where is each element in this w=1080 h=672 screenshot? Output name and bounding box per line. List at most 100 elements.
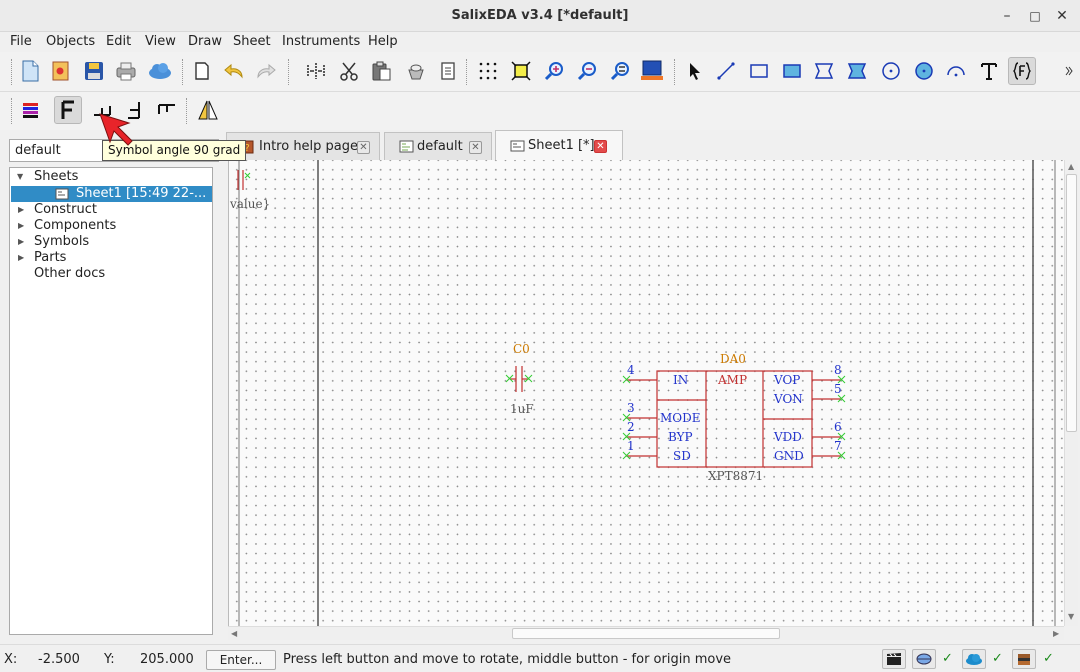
redo-icon[interactable] [252, 57, 280, 85]
enter-coords-button[interactable]: Enter... [206, 650, 276, 670]
layers-icon[interactable] [16, 96, 44, 124]
tree-item-parts[interactable]: ▶ Parts [11, 250, 212, 266]
save-icon[interactable] [80, 57, 108, 85]
symbol-angle-0-icon[interactable] [54, 96, 82, 124]
draw-rect-icon[interactable] [745, 57, 773, 85]
partial-component[interactable]: value} [229, 170, 270, 211]
horizontal-scrollbar[interactable]: ◀ ▶ [228, 626, 1064, 640]
scroll-right-icon[interactable]: ▶ [1053, 629, 1059, 638]
draw-filled-rect-icon[interactable] [778, 57, 806, 85]
menu-draw[interactable]: Draw [188, 34, 222, 49]
pin-left-in[interactable]: 4 IN [622, 363, 688, 387]
cloud-sync-icon[interactable] [962, 649, 986, 669]
draw-arc-icon[interactable] [942, 57, 970, 85]
expand-right-icon[interactable]: ▶ [18, 250, 24, 266]
menu-objects[interactable]: Objects [46, 34, 95, 49]
amplifier-da0[interactable]: DA0 AMP 4 IN 3 MODE 2 BYP 1 SD 8 VOP 5 V… [622, 352, 846, 483]
pin-number: 7 [834, 439, 842, 453]
maximize-icon[interactable]: □ [1025, 6, 1045, 26]
toolbar-separator [288, 59, 290, 85]
network-icon[interactable] [912, 649, 936, 669]
zoom-out-icon[interactable] [573, 57, 601, 85]
draw-filled-circle-icon[interactable] [910, 57, 938, 85]
tab-default[interactable]: default ✕ [384, 132, 492, 160]
tab-close-icon[interactable]: ✕ [594, 140, 607, 153]
paste-icon[interactable] [367, 57, 395, 85]
vertical-scrollbar[interactable]: ▲ ▼ [1064, 160, 1078, 626]
select-pointer-icon[interactable] [680, 57, 708, 85]
scroll-up-icon[interactable]: ▲ [1068, 162, 1074, 171]
status-message: Press left button and move to rotate, mi… [283, 652, 732, 667]
tree-item-construct[interactable]: ▶ Construct [11, 202, 212, 218]
mirror-symbol-icon[interactable] [194, 96, 222, 124]
tab-close-icon[interactable]: ✕ [469, 141, 482, 154]
new-file-icon[interactable] [16, 57, 44, 85]
menu-sheet[interactable]: Sheet [233, 34, 271, 49]
zoom-window-icon[interactable] [606, 57, 634, 85]
draw-line-icon[interactable] [712, 57, 740, 85]
new-sheet-icon[interactable] [188, 57, 216, 85]
tree-item-other-docs[interactable]: Other docs [11, 266, 212, 282]
symbol-angle-270-icon[interactable] [153, 96, 181, 124]
draw-filled-polygon-icon[interactable] [843, 57, 871, 85]
grinder-icon[interactable] [402, 57, 430, 85]
expand-right-icon[interactable]: ▶ [18, 218, 24, 234]
horizontal-scroll-thumb[interactable] [512, 628, 780, 639]
tree-item-sheets[interactable]: ▼ Sheets [11, 169, 212, 185]
tab-sheet1[interactable]: Sheet1 [*] ✕ [495, 130, 623, 160]
mirror-icon[interactable] [302, 57, 330, 85]
menu-file[interactable]: File [10, 34, 32, 49]
schematic-canvas[interactable]: value} C0 1uF DA0 AMP 4 IN 3 MODE 2 BYP … [228, 160, 1066, 626]
field-text-icon[interactable] [1008, 57, 1036, 85]
zoom-fit-icon[interactable] [507, 57, 535, 85]
toolbar-separator [186, 98, 188, 124]
pin-label: VON [773, 392, 803, 406]
tree-item-components[interactable]: ▶ Components [11, 218, 212, 234]
menu-edit[interactable]: Edit [106, 34, 131, 49]
draw-text-icon[interactable] [975, 57, 1003, 85]
document-icon[interactable] [434, 57, 462, 85]
scroll-left-icon[interactable]: ◀ [231, 629, 237, 638]
expand-down-icon[interactable]: ▼ [17, 169, 23, 185]
tree-item-label: Sheet1 [15:49 22-... [76, 186, 207, 201]
tab-label: Intro help page [259, 139, 359, 154]
clapper-icon[interactable] [882, 649, 906, 669]
pin-label: VDD [773, 430, 802, 444]
tab-close-icon[interactable]: ✕ [357, 141, 370, 154]
capacitor-c0[interactable]: C0 1uF [505, 342, 534, 416]
expand-right-icon[interactable]: ▶ [18, 202, 24, 218]
books-icon[interactable] [1012, 649, 1036, 669]
print-icon[interactable] [112, 57, 140, 85]
menu-help[interactable]: Help [368, 34, 398, 49]
open-project-icon[interactable] [47, 57, 75, 85]
amp-center-label: AMP [717, 373, 747, 387]
tree-item-label: Construct [34, 202, 97, 217]
tree-item-symbols[interactable]: ▶ Symbols [11, 234, 212, 250]
pin-number: 6 [834, 420, 842, 434]
cloud-icon[interactable] [146, 57, 174, 85]
draw-circle-icon[interactable] [877, 57, 905, 85]
scroll-down-icon[interactable]: ▼ [1068, 612, 1074, 621]
undo-icon[interactable] [220, 57, 248, 85]
sheet-icon [510, 140, 525, 152]
tree-item-sheet1[interactable]: Sheet1 [15:49 22-... [11, 186, 212, 202]
menu-instruments[interactable]: Instruments [282, 34, 360, 49]
monitor-icon[interactable] [638, 57, 666, 85]
menu-view[interactable]: View [145, 34, 176, 49]
draw-polygon-icon[interactable] [810, 57, 838, 85]
minimize-icon[interactable]: – [997, 6, 1017, 26]
cut-icon[interactable] [335, 57, 363, 85]
zoom-in-icon[interactable] [540, 57, 568, 85]
grid-icon[interactable] [474, 57, 502, 85]
toolbar-overflow-icon[interactable] [1060, 57, 1078, 85]
project-tree[interactable]: ▼ Sheets Sheet1 [15:49 22-... ▶ Construc… [9, 167, 213, 635]
pin-label: BYP [668, 430, 693, 444]
vertical-scroll-thumb[interactable] [1066, 174, 1077, 432]
tab-intro-help[interactable]: ? Intro help page ✕ [226, 132, 380, 160]
symbol-toolbar [0, 92, 1080, 130]
pin-label: MODE [660, 411, 701, 425]
close-icon[interactable]: ✕ [1052, 6, 1072, 26]
pin-label: VOP [773, 373, 800, 387]
expand-right-icon[interactable]: ▶ [18, 234, 24, 250]
capacitor-ref: C0 [513, 342, 530, 356]
